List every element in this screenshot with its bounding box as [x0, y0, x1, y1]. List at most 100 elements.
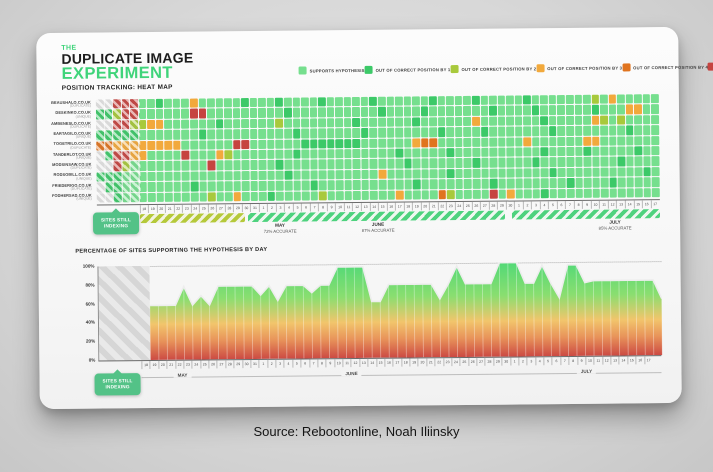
heatmap-cell	[549, 147, 557, 156]
heatmap-cell	[507, 179, 515, 188]
heatmap-cell	[130, 141, 138, 150]
axis-tick: 25	[200, 360, 208, 368]
heatmap-row-label: AMBENESLO.CO.UK(DUPLICATE)	[51, 120, 94, 131]
heatmap-cell	[558, 126, 566, 135]
heatmap-cell	[532, 168, 540, 177]
heatmap-cell	[96, 162, 104, 171]
heatmap-cell	[353, 159, 361, 168]
axis-tick: 24	[451, 358, 459, 366]
heatmap-cell	[481, 127, 489, 136]
axis-tick: 26	[208, 360, 216, 368]
axis-tick: 12	[608, 201, 617, 209]
axis-tick: 25	[463, 202, 472, 210]
heatmap-cell	[302, 191, 310, 200]
heatmap-cell	[131, 172, 139, 181]
heatmap-cell	[387, 128, 395, 137]
axis-tick: 29	[233, 204, 242, 212]
legend-swatch-icon	[622, 63, 630, 71]
heatmap-cell	[190, 151, 198, 160]
heatmap-cell	[626, 94, 634, 103]
heatmap-cell	[336, 191, 344, 200]
heatmap-cell	[378, 149, 386, 158]
heatmap-cell	[412, 117, 420, 126]
heatmap-cell	[284, 98, 292, 107]
heatmap-cell	[396, 169, 404, 178]
heatmap-cell	[617, 136, 625, 145]
heatmap-cell	[352, 128, 360, 137]
axis-tick: 4	[284, 360, 292, 368]
heatmap-cell	[507, 168, 515, 177]
heatmap-cell	[524, 189, 532, 198]
heatmap-cell	[421, 138, 429, 147]
heatmap-cell	[233, 109, 241, 118]
heatmap-cell	[268, 191, 276, 200]
heatmap-cell	[224, 119, 232, 128]
heatmap-cell	[284, 118, 292, 127]
axis-tick: 1	[259, 360, 267, 368]
heatmap-cell	[438, 179, 446, 188]
heatmap-cell	[113, 99, 121, 108]
heatmap-cell	[165, 172, 173, 181]
heatmap-cell	[652, 188, 660, 197]
heatmap-cell	[446, 106, 454, 115]
heatmap-cell	[353, 139, 361, 148]
heatmap-cell	[438, 148, 446, 157]
heatmap-cell	[515, 189, 523, 198]
heatmap-cell	[515, 137, 523, 146]
heatmap-cell	[489, 127, 497, 136]
heatmap-cell	[207, 98, 215, 107]
heatmap-cell	[592, 178, 600, 187]
heatmap-cell	[352, 118, 360, 127]
heatmap-cell	[199, 171, 207, 180]
heatmap-cell	[404, 107, 412, 116]
heatmap-cell	[369, 107, 377, 116]
heatmap-cell	[267, 160, 275, 169]
heatmap-cell	[395, 97, 403, 106]
axis-tick: 1	[510, 357, 518, 365]
heatmap-cell	[148, 141, 156, 150]
heatmap-cell	[207, 109, 215, 118]
axis-tick: 15	[376, 359, 384, 367]
axis-tick: 3	[276, 204, 285, 212]
heatmap-cell	[379, 190, 387, 199]
heatmap-cell	[293, 160, 301, 169]
heatmap-cell	[575, 126, 583, 135]
heatmap-cell	[456, 190, 464, 199]
heatmap-cell	[575, 168, 583, 177]
heatmap-cell	[558, 137, 566, 146]
heatmap-cell	[498, 189, 506, 198]
heatmap-cell	[233, 161, 241, 170]
heatmap-cell	[284, 160, 292, 169]
heatmap-cell	[507, 189, 515, 198]
heatmap-cell	[361, 97, 369, 106]
legend-label: OUT OF CORRECT POSITION BY 3	[547, 65, 622, 71]
axis-tick: 7	[309, 359, 317, 367]
heatmap-cell	[421, 148, 429, 157]
heatmap-cell	[362, 180, 370, 189]
heatmap-cell	[532, 106, 540, 115]
heatmap-cell	[122, 182, 130, 191]
heatmap-cell	[557, 95, 565, 104]
legend-item: OUT OF CORRECT POSITION BY 5	[708, 62, 713, 71]
axis-tick: 13	[361, 203, 370, 211]
heatmap-cell	[361, 138, 369, 147]
heatmap-cell	[208, 182, 216, 191]
heatmap-cell	[446, 117, 454, 126]
heatmap-cell	[463, 106, 471, 115]
heatmap-cell	[421, 180, 429, 189]
heatmap-cell	[481, 189, 489, 198]
heatmap-cell	[173, 109, 181, 118]
axis-tick: 12	[352, 203, 361, 211]
heatmap-cell	[532, 116, 540, 125]
heatmap-cell	[540, 126, 548, 135]
heatmap-cell	[387, 117, 395, 126]
heatmap-cell	[455, 127, 463, 136]
heatmap-cell	[370, 138, 378, 147]
heatmap-cell	[387, 180, 395, 189]
heatmap-cell	[438, 159, 446, 168]
heatmap-cell	[626, 146, 634, 155]
heatmap-cell	[626, 115, 634, 124]
heatmap-cell	[113, 120, 121, 129]
heatmap-cell	[609, 188, 617, 197]
axis-tick: 30	[242, 360, 250, 368]
